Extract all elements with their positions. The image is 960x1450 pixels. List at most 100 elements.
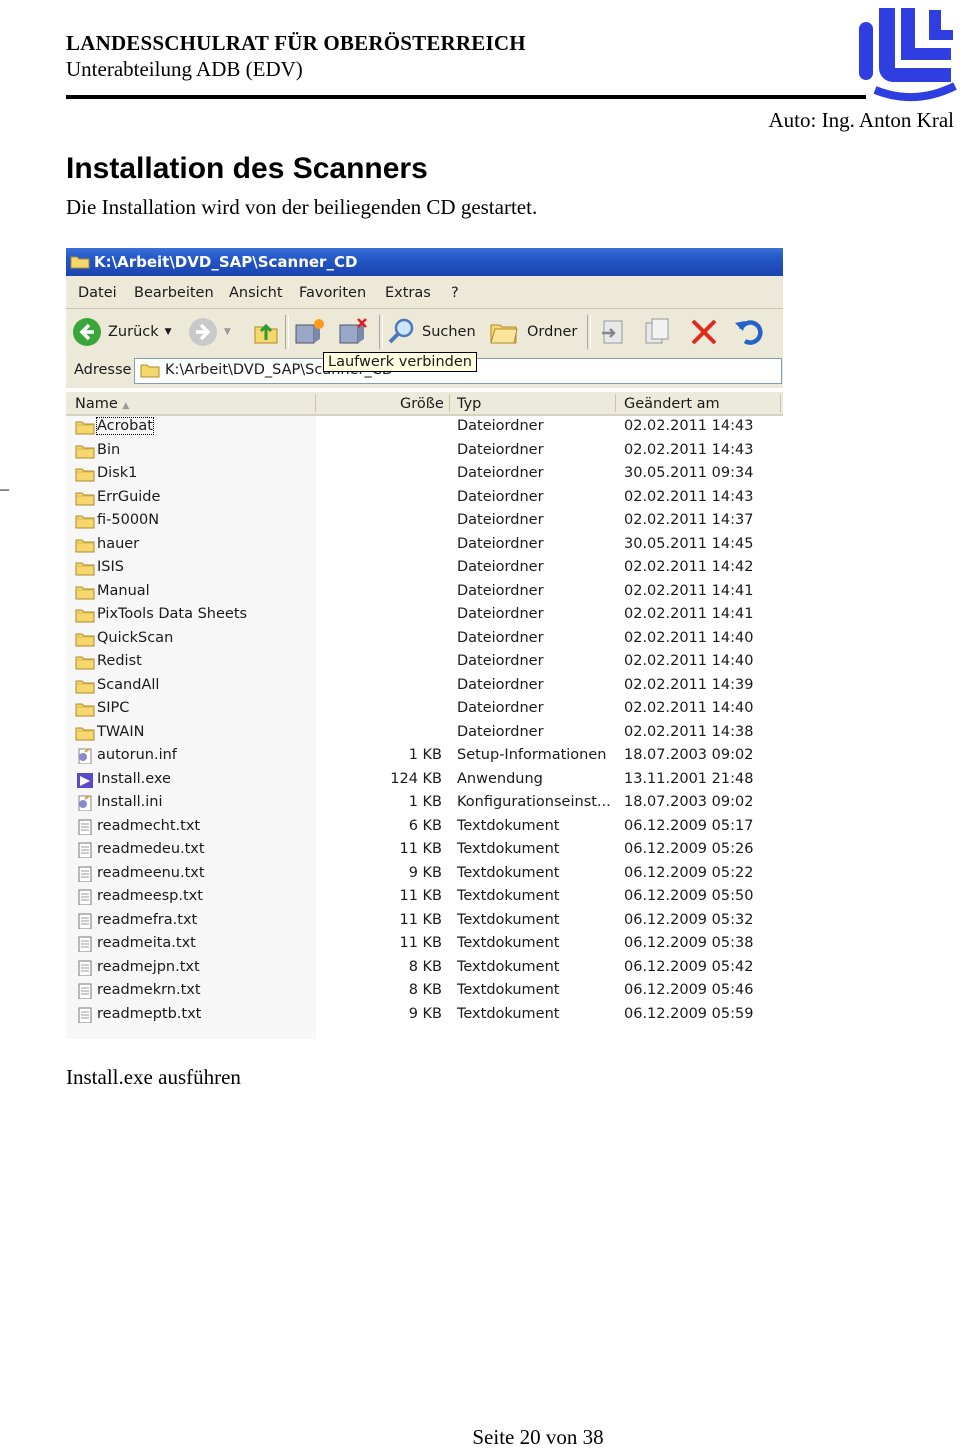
file-row[interactable]: readmejpn.txt 8 KB Textdokument 06.12.2009 … [66,957,783,980]
file-row[interactable]: ErrGuide Dateiordner 02.02.2011 14:43 [66,487,783,510]
file-name: ISIS [97,559,124,575]
column-header-modified[interactable]: Geändert am [624,396,720,412]
file-row[interactable]: readmeesp.txt 11 KB Textdokument 06.12.2009… [66,886,783,909]
file-row[interactable]: Bin Dateiordner 02.02.2011 14:43 [66,440,783,463]
menu-help[interactable]: ? [451,285,459,301]
application-icon [77,772,93,788]
disconnect-drive-button[interactable] [336,317,370,347]
file-name: readmeesp.txt [97,888,203,904]
file-modified: 02.02.2011 14:41 [624,606,754,622]
header-rule [66,95,866,99]
file-row[interactable]: QuickScan Dateiordner 02.02.2011 14:40 [66,628,783,651]
file-type: Dateiordner [457,606,544,622]
file-size: 11 KB [399,935,442,951]
folder-up-icon [254,323,278,344]
file-row[interactable]: readmekrn.txt 8 KB Textdokument 06.12.2009 … [66,980,783,1003]
forward-button[interactable]: ▼ [188,317,231,347]
file-modified: 30.05.2011 09:34 [624,465,754,481]
chevron-down-icon[interactable]: ▼ [224,327,231,337]
delete-button[interactable] [689,317,719,347]
chevron-down-icon[interactable]: ▼ [165,327,172,337]
sort-ascending-icon: ▲ [122,401,130,411]
text-file-icon [78,983,92,999]
search-button[interactable]: Suchen [386,317,476,347]
menu-extras[interactable]: Extras [385,285,431,301]
file-modified: 06.12.2009 05:50 [624,888,754,904]
undo-button[interactable] [733,317,765,347]
file-modified: 02.02.2011 14:40 [624,653,754,669]
file-modified: 02.02.2011 14:37 [624,512,754,528]
file-row[interactable]: SIPC Dateiordner 02.02.2011 14:40 [66,698,783,721]
file-list: Name ▲ Größe Typ Geändert am Acrobat Date… [66,388,783,1039]
column-name-label: Name [75,396,118,412]
file-type: Dateiordner [457,559,544,575]
caption: Install.exe ausführen [66,1065,241,1089]
undo-icon [735,320,763,345]
move-to-icon [602,320,623,344]
file-row[interactable]: Acrobat Dateiordner 02.02.2011 14:43 [66,416,783,439]
folder-icon [75,492,95,505]
file-row[interactable]: readmedeu.txt 11 KB Textdokument 06.12.2009… [66,839,783,862]
file-size: 11 KB [399,911,442,928]
map-drive-button[interactable] [292,317,326,347]
file-modified: 06.12.2009 05:38 [624,935,754,951]
menu-ansicht[interactable]: Ansicht [229,285,283,301]
file-row[interactable]: ISIS Dateiordner 02.02.2011 14:42 [66,557,783,580]
file-name: readmefra.txt [97,911,198,928]
file-name: Disk1 [97,465,138,481]
file-row[interactable]: TWAIN Dateiordner 02.02.2011 14:38 [66,722,783,745]
file-name: Bin [97,441,121,458]
file-size: 11 KB [399,888,442,904]
file-name: Install.ini [97,794,163,810]
file-modified: 06.12.2009 05:22 [624,864,754,881]
column-header-name[interactable]: Name ▲ [75,396,129,412]
file-row[interactable]: Install.ini 1 KB Konfigurationseinst... 18.… [66,792,783,815]
folder-icon [75,539,95,552]
file-modified: 13.11.2001 21:48 [624,770,754,787]
file-size: 8 KB [408,982,442,998]
file-type: Dateiordner [457,700,544,716]
window-title: K:\Arbeit\DVD_SAP\Scanner_CD [94,253,358,271]
column-header-type[interactable]: Typ [457,396,481,412]
file-row[interactable]: hauer Dateiordner 30.05.2011 14:45 [66,534,783,557]
menu-bearbeiten[interactable]: Bearbeiten [134,285,214,301]
folder-icon [75,703,95,717]
file-modified: 06.12.2009 05:46 [624,982,754,998]
file-type: Textdokument [457,958,560,975]
folders-button[interactable]: Ordner [489,317,577,347]
folder-icon [75,468,95,482]
file-row[interactable]: readmefra.txt 11 KB Textdokument 06.12.2009… [66,910,783,933]
file-row[interactable]: Manual Dateiordner 02.02.2011 14:41 [66,581,783,604]
file-type: Textdokument [457,888,560,904]
file-size: 1 KB [408,747,442,763]
menu-favoriten[interactable]: Favoriten [299,285,366,301]
menu-datei[interactable]: Datei [78,285,117,301]
file-row[interactable]: autorun.inf 1 KB Setup-Informationen 18.07.… [66,745,783,768]
file-row[interactable]: readmeenu.txt 9 KB Textdokument 06.12.2009 … [66,863,783,886]
file-row[interactable]: readmecht.txt 6 KB Textdokument 06.12.2009 … [66,816,783,839]
file-row[interactable]: fi-5000N Dateiordner 02.02.2011 14:37 [66,510,783,533]
file-row[interactable]: readmeptb.txt 9 KB Textdokument 06.12.2009 … [66,1004,783,1027]
file-name: SIPC [97,700,130,716]
back-button[interactable]: Zurück ▼ [72,317,172,347]
disconnect-drive-icon [339,318,367,344]
settings-file-icon [78,795,92,811]
file-row[interactable]: PixTools Data Sheets Dateiordner 02.02.201… [66,604,783,627]
file-row[interactable]: Disk1 Dateiordner 30.05.2011 09:34 [66,463,783,486]
file-name: autorun.inf [97,747,177,763]
move-to-button[interactable] [598,317,628,347]
file-row[interactable]: Install.exe 124 KB Anwendung 13.11.2001 21:… [66,769,783,792]
file-name: readmeptb.txt [97,1005,202,1022]
up-button[interactable] [252,317,280,347]
file-size: 11 KB [399,841,442,857]
column-header-size[interactable]: Größe [400,396,444,412]
copy-to-button[interactable] [642,317,672,347]
folder-icon [75,680,95,693]
file-size: 6 KB [408,817,442,834]
file-row[interactable]: Redist Dateiordner 02.02.2011 14:40 [66,651,783,674]
file-row[interactable]: ScandAll Dateiordner 02.02.2011 14:39 [66,675,783,698]
file-type: Konfigurationseinst... [457,794,611,810]
folders-icon [490,324,518,344]
file-row[interactable]: readmeita.txt 11 KB Textdokument 06.12.2009… [66,933,783,956]
file-modified: 02.02.2011 14:38 [624,723,754,740]
